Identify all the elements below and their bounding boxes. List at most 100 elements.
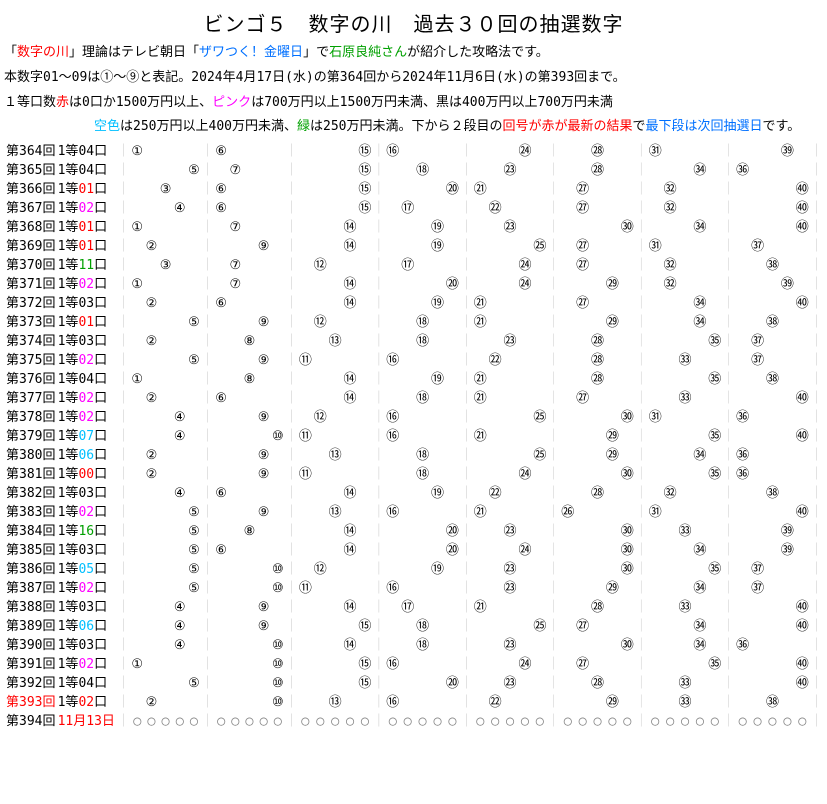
separator: ｜ bbox=[372, 313, 385, 332]
number-cell bbox=[488, 598, 503, 617]
number-cell bbox=[575, 370, 590, 389]
number-cell bbox=[663, 579, 678, 598]
round-number: 第375回 bbox=[4, 351, 58, 370]
table-row: 第394回11月13日｜◯◯◯◯◯｜◯◯◯◯◯｜◯◯◯◯◯｜◯◯◯◯◯｜◯◯◯◯… bbox=[4, 712, 823, 731]
number-cell: ㉘ bbox=[590, 598, 605, 617]
number-cell: ㉞ bbox=[692, 446, 707, 465]
number-cell: ㉘ bbox=[590, 484, 605, 503]
number-cell: ◯ bbox=[692, 712, 707, 731]
number-cell bbox=[313, 693, 328, 712]
separator: ｜ bbox=[117, 655, 130, 674]
table-row: 第374回1等03口｜②｜⑧｜⑬｜⑱｜㉓｜㉘｜㉟｜㊲｜ bbox=[4, 332, 823, 351]
number-cell bbox=[532, 199, 547, 218]
number-cell bbox=[605, 142, 620, 161]
number-cell bbox=[620, 351, 635, 370]
number-cell: ㉑ bbox=[473, 503, 488, 522]
number-cell bbox=[313, 389, 328, 408]
number-cell bbox=[385, 161, 400, 180]
separator: ｜ bbox=[117, 503, 130, 522]
number-cell bbox=[430, 617, 445, 636]
number-cell bbox=[400, 294, 415, 313]
round-number: 第366回 bbox=[4, 180, 58, 199]
number-cell bbox=[707, 503, 722, 522]
number-cell bbox=[735, 351, 750, 370]
separator: ｜ bbox=[201, 332, 214, 351]
number-cell bbox=[257, 579, 271, 598]
prize-count: 1等11口 bbox=[58, 256, 118, 275]
number-cell: ⑮ bbox=[357, 180, 372, 199]
number-cell bbox=[415, 294, 430, 313]
separator: ｜ bbox=[201, 674, 214, 693]
number-cell: ㉚ bbox=[620, 541, 635, 560]
number-cell: ⑥ bbox=[214, 199, 228, 218]
number-cell bbox=[228, 560, 242, 579]
number-cell bbox=[575, 560, 590, 579]
number-cell bbox=[663, 446, 678, 465]
number-cell bbox=[144, 674, 158, 693]
separator: ｜ bbox=[117, 579, 130, 598]
number-cell: ㉚ bbox=[620, 408, 635, 427]
number-cell bbox=[488, 617, 503, 636]
number-cell bbox=[385, 180, 400, 199]
number-cell bbox=[692, 275, 707, 294]
number-cell bbox=[144, 636, 158, 655]
number-cell bbox=[765, 446, 780, 465]
number-cell bbox=[707, 541, 722, 560]
number-cell bbox=[503, 503, 518, 522]
number-cell bbox=[298, 180, 313, 199]
number-cell bbox=[707, 199, 722, 218]
number-cell bbox=[503, 655, 518, 674]
number-cell: ⑤ bbox=[187, 674, 201, 693]
number-cell bbox=[313, 275, 328, 294]
separator: ｜ bbox=[722, 484, 735, 503]
number-cell bbox=[415, 598, 430, 617]
number-cell: ② bbox=[144, 237, 158, 256]
separator: ｜ bbox=[722, 465, 735, 484]
number-cell: ⑨ bbox=[257, 237, 271, 256]
number-cell bbox=[385, 275, 400, 294]
number-cell: ◯ bbox=[357, 712, 372, 731]
number-cell bbox=[187, 180, 201, 199]
number-cell bbox=[488, 256, 503, 275]
number-cell bbox=[357, 541, 372, 560]
number-cell bbox=[445, 408, 460, 427]
number-cell bbox=[144, 142, 158, 161]
number-cell bbox=[532, 256, 547, 275]
number-cell bbox=[130, 427, 144, 446]
number-cell bbox=[130, 484, 144, 503]
separator: ｜ bbox=[547, 275, 560, 294]
number-cell bbox=[430, 674, 445, 693]
number-cell bbox=[692, 370, 707, 389]
number-cell bbox=[400, 484, 415, 503]
prize-count: 1等05口 bbox=[58, 560, 118, 579]
number-cell bbox=[780, 503, 795, 522]
number-cell bbox=[648, 655, 663, 674]
number-cell: ⑨ bbox=[257, 503, 271, 522]
number-cell: ㉟ bbox=[707, 655, 722, 674]
number-cell bbox=[242, 275, 256, 294]
separator: ｜ bbox=[722, 427, 735, 446]
number-cell: ⑪ bbox=[298, 427, 313, 446]
number-cell bbox=[648, 674, 663, 693]
number-cell bbox=[620, 503, 635, 522]
separator: ｜ bbox=[460, 636, 473, 655]
number-cell bbox=[605, 598, 620, 617]
number-cell: ⑰ bbox=[400, 256, 415, 275]
number-cell bbox=[488, 161, 503, 180]
number-cell bbox=[678, 294, 693, 313]
number-cell: ⑫ bbox=[313, 408, 328, 427]
number-cell bbox=[445, 256, 460, 275]
prize-count: 1等02口 bbox=[58, 389, 118, 408]
number-cell bbox=[750, 161, 765, 180]
number-cell: ㊵ bbox=[795, 674, 810, 693]
number-cell bbox=[795, 256, 810, 275]
number-cell bbox=[228, 180, 242, 199]
number-cell bbox=[242, 636, 256, 655]
number-cell bbox=[518, 237, 533, 256]
number-cell bbox=[518, 674, 533, 693]
number-cell bbox=[130, 294, 144, 313]
separator: ｜ bbox=[117, 484, 130, 503]
number-cell: ⑲ bbox=[430, 294, 445, 313]
number-cell bbox=[648, 332, 663, 351]
number-cell bbox=[590, 560, 605, 579]
